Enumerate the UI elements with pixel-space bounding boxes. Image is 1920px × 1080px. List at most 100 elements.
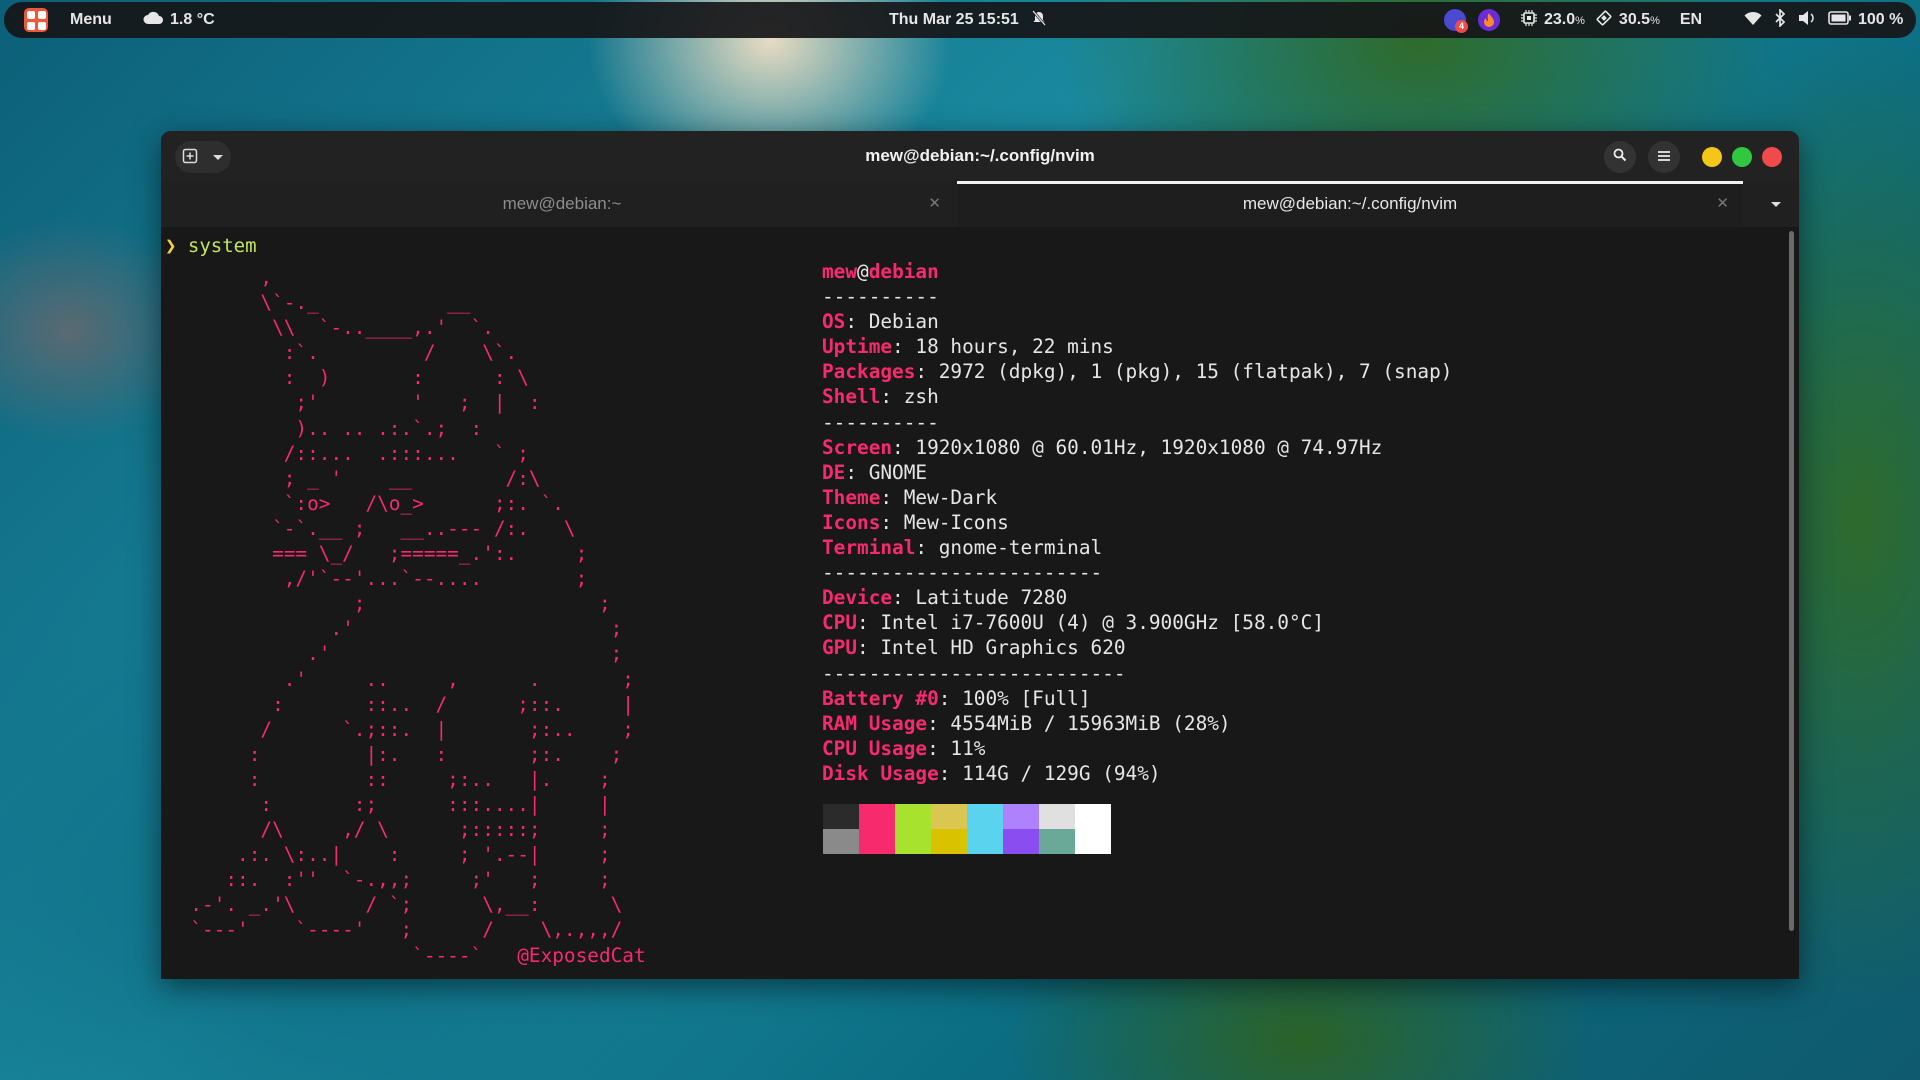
cpu-usage: 23.0%	[1544, 11, 1585, 28]
apps-menu-button[interactable]: Menu	[24, 2, 112, 38]
palette-bottom-swatch	[1039, 829, 1075, 854]
info-value: : 2972 (dpkg), 1 (pkg), 15 (flatpak), 7 …	[915, 360, 1453, 384]
info-at: @	[857, 260, 869, 283]
info-row: Shell: zsh	[822, 384, 1452, 409]
info-row: Device: Latitude 7280	[822, 585, 1452, 610]
tab-nvim[interactable]: mew@debian:~/.config/nvim ✕	[957, 181, 1743, 230]
info-key: Device	[822, 586, 893, 610]
tab-home[interactable]: mew@debian:~ ✕	[169, 181, 955, 227]
info-key: Uptime	[822, 335, 893, 359]
info-row: CPU Usage: 11%	[822, 736, 1452, 761]
top-bar: Menu 1.8 °C Thu Mar 25 15:51 4 23.0% 30.…	[4, 2, 1916, 38]
close-button[interactable]	[1762, 147, 1782, 167]
info-row: CPU: Intel i7-7600U (4) @ 3.900GHz [58.0…	[822, 610, 1452, 635]
window-title: mew@debian:~/.config/nvim	[865, 146, 1095, 165]
close-icon[interactable]: ✕	[1716, 184, 1729, 224]
memory-usage: 30.5%	[1618, 11, 1660, 28]
info-row: Icons: Mew-Icons	[822, 510, 1452, 535]
system-info: mew@debian ---------- OS: Debian Uptime: 18…	[822, 259, 1452, 786]
wifi-icon	[1744, 10, 1762, 31]
update-badge-icon[interactable]: 4	[1444, 9, 1468, 33]
info-key: Disk Usage	[822, 761, 939, 785]
terminal-window: mew@debian:~/.config/nvim mew@debian:~ ✕…	[161, 131, 1799, 979]
palette-bottom-swatch	[823, 829, 859, 854]
info-row: --------------------------	[822, 661, 1452, 686]
palette-top-swatch	[859, 804, 895, 829]
menu-label: Menu	[70, 11, 112, 28]
info-value: : 11%	[927, 736, 986, 760]
info-row: ----------	[822, 410, 1452, 435]
tray-indicators: 4 23.0% 30.5% EN	[1444, 2, 1702, 38]
info-key: Icons	[822, 510, 881, 534]
info-key: Terminal	[822, 536, 916, 560]
keyboard-layout[interactable]: EN	[1680, 11, 1702, 29]
cloud-icon	[142, 10, 164, 31]
palette-bottom-swatch	[967, 829, 1003, 854]
info-row: Disk Usage: 114G / 129G (94%)	[822, 761, 1452, 786]
palette-bottom-swatch	[1003, 829, 1039, 854]
new-tab-icon	[182, 148, 198, 167]
scrollbar[interactable]	[1783, 227, 1799, 979]
info-row: Screen: 1920x1080 @ 60.01Hz, 1920x1080 @…	[822, 435, 1452, 460]
info-value: : Debian	[845, 310, 939, 334]
tab-label: mew@debian:~	[502, 194, 622, 213]
clock-text: Thu Mar 25 15:51	[889, 11, 1019, 28]
scrollbar-thumb[interactable]	[1789, 231, 1794, 931]
info-value: : 1920x1080 @ 60.01Hz, 1920x1080 @ 74.97…	[892, 435, 1383, 459]
info-value: : zsh	[880, 385, 939, 409]
info-row: mew@debian	[822, 259, 1452, 284]
flame-icon[interactable]	[1478, 9, 1500, 31]
palette-top-swatch	[1003, 804, 1039, 829]
clock-button[interactable]: Thu Mar 25 15:51	[889, 2, 1047, 38]
palette-bottom-swatch	[859, 829, 895, 854]
info-value: : gnome-terminal	[915, 536, 1103, 560]
info-value: : Intel HD Graphics 620	[857, 636, 1126, 660]
info-separator: ----------	[822, 410, 939, 434]
info-row: Packages: 2972 (dpkg), 1 (pkg), 15 (flat…	[822, 359, 1452, 384]
search-button[interactable]	[1604, 141, 1636, 173]
info-key: DE	[822, 460, 846, 484]
system-menu-button[interactable]: 100 %	[1744, 2, 1903, 38]
chevron-down-icon[interactable]	[212, 149, 224, 165]
notifications-off-icon	[1031, 9, 1047, 31]
palette-top-swatch	[823, 804, 859, 829]
maximize-button[interactable]	[1732, 147, 1752, 167]
info-separator: ------------------------	[822, 561, 1103, 585]
palette-top-swatch	[1075, 804, 1111, 829]
info-key: CPU	[822, 611, 858, 635]
info-row: Theme: Mew-Dark	[822, 485, 1452, 510]
tab-list-button[interactable]	[1753, 181, 1799, 227]
weather-indicator[interactable]: 1.8 °C	[142, 2, 215, 38]
info-key: RAM Usage	[822, 711, 928, 735]
info-user: mew	[822, 260, 858, 283]
hamburger-menu-icon	[1657, 149, 1671, 166]
palette-top-swatch	[895, 804, 931, 829]
info-value: : Mew-Dark	[880, 485, 998, 509]
minimize-button[interactable]	[1702, 147, 1722, 167]
info-key: OS	[822, 310, 846, 334]
hamburger-menu-button[interactable]	[1648, 141, 1680, 173]
terminal-content[interactable]: ❯ system , \`-._ __ \\ `-..____,.' `. :`…	[161, 227, 1783, 979]
info-row: OS: Debian	[822, 309, 1452, 334]
title-bar[interactable]: mew@debian:~/.config/nvim	[161, 131, 1799, 181]
info-row: Battery #0: 100% [Full]	[822, 686, 1452, 711]
info-separator: --------------------------	[822, 661, 1126, 685]
info-key: CPU Usage	[822, 736, 928, 760]
close-icon[interactable]: ✕	[928, 181, 941, 227]
tab-bar: mew@debian:~ ✕ mew@debian:~/.config/nvim…	[161, 181, 1799, 230]
new-tab-button[interactable]	[175, 141, 231, 173]
info-host: debian	[868, 260, 939, 283]
info-separator: ----------	[822, 285, 939, 309]
info-value: : Intel i7-7600U (4) @ 3.900GHz [58.0°C]	[857, 611, 1324, 635]
search-icon	[1613, 148, 1627, 166]
memory-icon	[1595, 9, 1613, 32]
palette-bottom-swatch	[895, 829, 931, 854]
info-value: : 18 hours, 22 mins	[892, 335, 1114, 359]
info-key: GPU	[822, 636, 858, 660]
info-value: : Mew-Icons	[880, 510, 1009, 534]
info-row: Terminal: gnome-terminal	[822, 535, 1452, 560]
info-value: : 114G / 129G (94%)	[938, 761, 1161, 785]
info-value: : GNOME	[845, 460, 928, 484]
ascii-cat-art: , \`-._ __ \\ `-..____,.' `. :`. / \`. :…	[190, 266, 646, 967]
bluetooth-icon	[1774, 7, 1786, 32]
